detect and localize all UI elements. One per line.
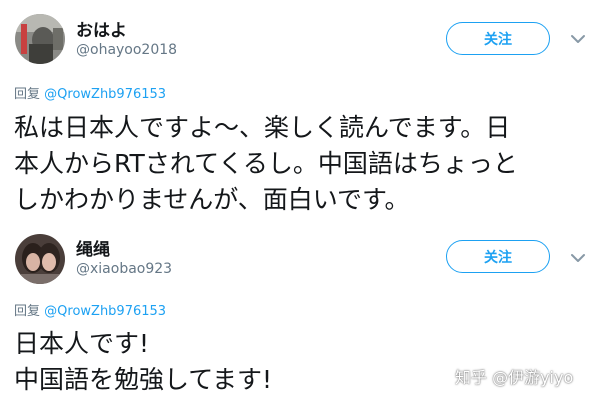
avatar-image <box>15 14 65 64</box>
tweet-text: 私は日本人ですよ〜、楽しく読んでます。日 本人からRTされてくるし。中国語はちょ… <box>14 110 584 218</box>
chevron-down-icon[interactable] <box>570 253 586 263</box>
reply-mention-link[interactable]: @QrowZhb976153 <box>44 87 166 102</box>
user-handle[interactable]: @xiaobao923 <box>76 261 172 277</box>
avatar-image <box>15 234 65 284</box>
display-name[interactable]: 绳绳 <box>76 235 110 260</box>
reply-context: 回复 @QrowZhb976153 <box>14 300 166 319</box>
avatar[interactable] <box>15 14 65 64</box>
display-name[interactable]: おはよ <box>76 16 127 41</box>
tweet-text-line: 本人からRTされてくるし。中国語はちょっと <box>14 149 518 178</box>
follow-button[interactable]: 关注 <box>446 240 550 273</box>
reply-context: 回复 @QrowZhb976153 <box>14 83 166 102</box>
watermark: 知乎 @伊游yiyo <box>455 368 574 387</box>
reply-mention-link[interactable]: @QrowZhb976153 <box>44 304 166 319</box>
reply-prefix: 回复 <box>14 304 41 319</box>
user-handle[interactable]: @ohayoo2018 <box>76 42 177 58</box>
chevron-down-icon[interactable] <box>570 34 586 44</box>
reply-prefix: 回复 <box>14 87 41 102</box>
avatar[interactable] <box>15 234 65 284</box>
tweet-text-line: 私は日本人ですよ〜、楽しく読んでます。日 <box>14 113 511 142</box>
tweet-text-line: 日本人です! <box>14 329 150 358</box>
tweet-text-line: しかわかりませんが、面白いです。 <box>14 185 410 214</box>
follow-button[interactable]: 关注 <box>446 22 550 55</box>
